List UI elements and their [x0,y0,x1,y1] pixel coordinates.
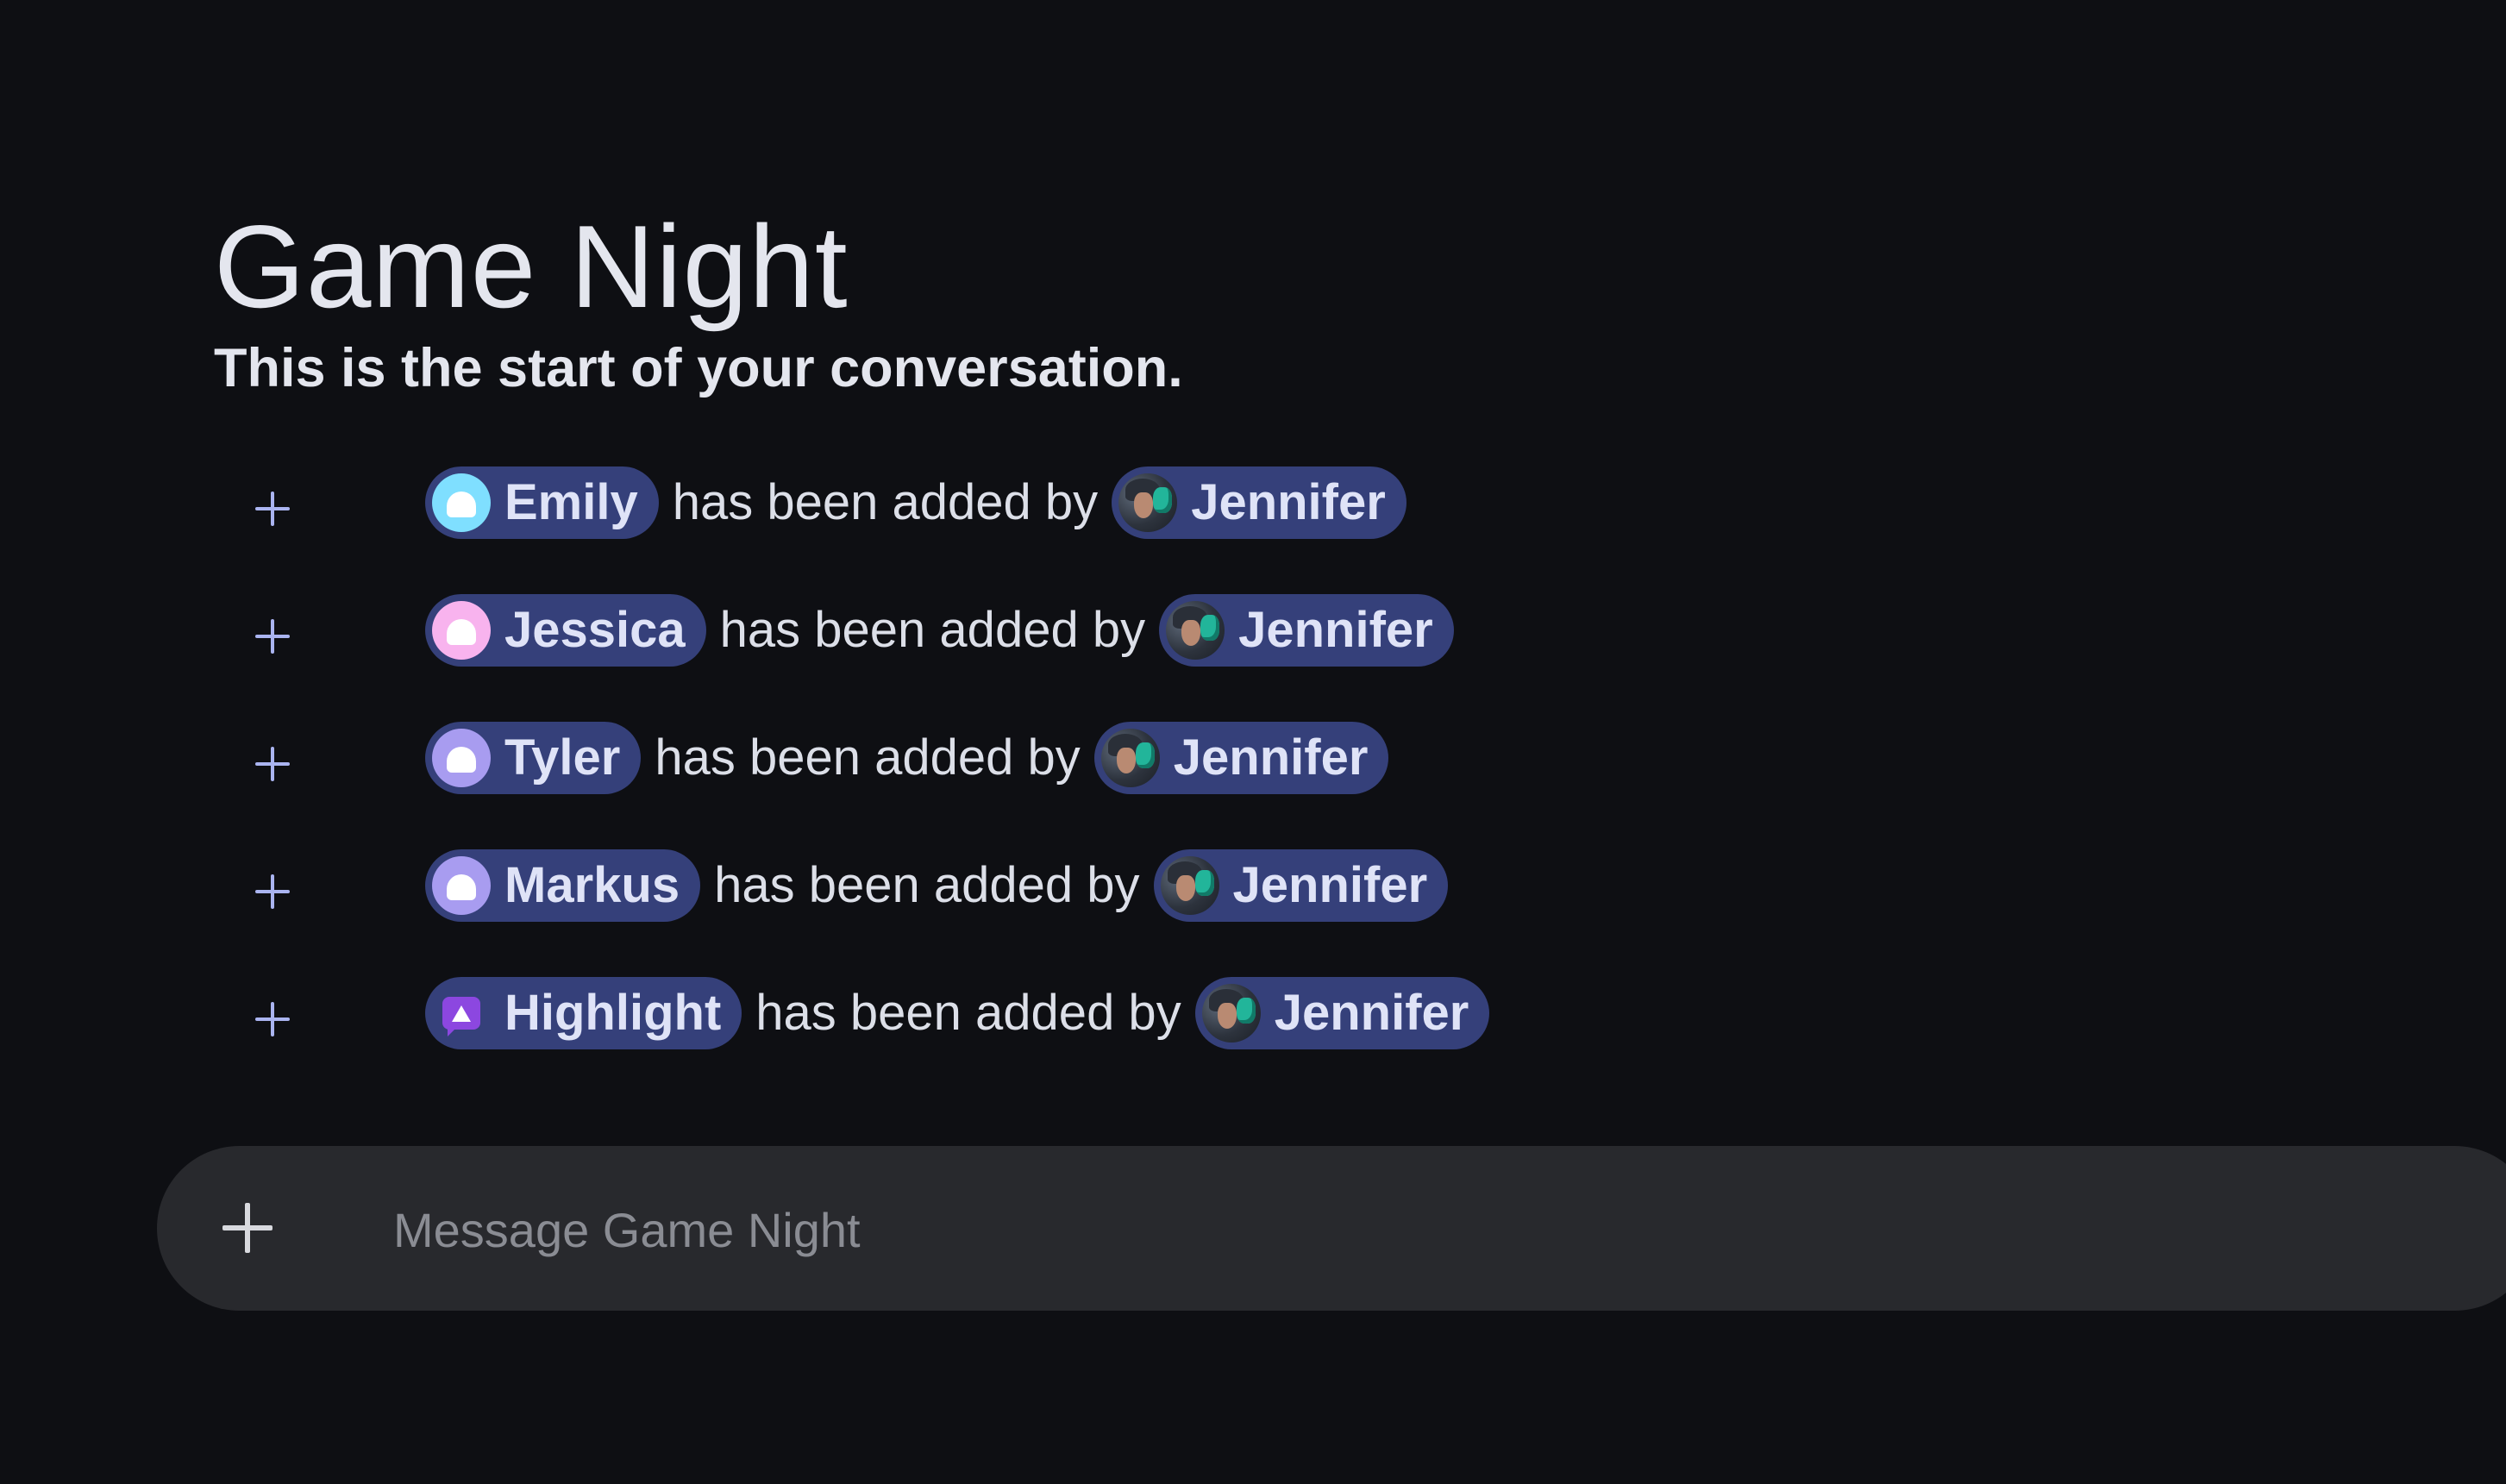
member-added-event: Emily has been added by Jennifer [0,466,2506,593]
user-mention-chip[interactable]: Highlight [425,977,742,1049]
message-input[interactable] [392,1186,2120,1274]
conversation-title: Game Night [214,201,849,332]
event-action-text: has been added by [714,857,1140,913]
avatar [432,729,491,787]
user-mention-chip[interactable]: Markus [425,849,701,922]
message-composer [157,1146,2506,1311]
user-mention-chip[interactable]: Jennifer [1159,594,1454,667]
member-added-event: Jessica has been added by Jennifer [0,593,2506,721]
user-mention-name: Highlight [504,985,722,1041]
user-mention-chip[interactable]: Jennifer [1093,722,1389,794]
conversation-start-notice: This is the start of your conversation. [214,338,1183,398]
user-mention-name: Jennifer [1191,474,1386,530]
user-mention-name: Jessica [504,602,686,658]
member-added-icon [255,616,298,659]
member-added-icon [255,999,298,1042]
user-mention-name: Jennifer [1238,602,1433,658]
avatar [1160,856,1219,915]
user-mention-name: Emily [504,474,638,530]
member-added-icon [255,871,298,914]
event-text: Markus has been added by Jennifer [425,848,1449,923]
conversation-header: Game Night This is the start of your con… [214,200,1183,403]
user-mention-chip[interactable]: Jennifer [1153,849,1449,922]
user-mention-name: Tyler [504,729,621,786]
avatar [432,473,491,532]
user-mention-chip[interactable]: Emily [425,466,659,539]
user-mention-name: Jennifer [1173,729,1369,786]
event-text: Emily has been added by Jennifer [425,466,1406,540]
event-text: Tyler has been added by Jennifer [425,721,1389,795]
event-action-text: has been added by [719,602,1146,658]
user-mention-name: Markus [504,857,680,913]
user-mention-name: Jennifer [1232,857,1428,913]
event-action-text: has been added by [755,985,1181,1041]
avatar [432,856,491,915]
member-added-event: Tyler has been added by Jennifer [0,721,2506,848]
avatar [1100,729,1160,787]
event-action-text: has been added by [655,729,1081,786]
event-text: Jessica has been added by Jennifer [425,593,1454,667]
avatar [1118,473,1178,532]
user-mention-chip[interactable]: Jennifer [1194,977,1490,1049]
avatar [1201,984,1261,1043]
member-added-icon [255,488,298,531]
user-mention-chip[interactable]: Jessica [425,594,706,667]
user-mention-name: Jennifer [1274,985,1469,1041]
avatar [432,601,491,660]
event-action-text: has been added by [672,474,1099,530]
event-text: Highlight has been added by Jennifer [425,976,1490,1050]
user-mention-chip[interactable]: Jennifer [1112,466,1406,539]
chat-view: Game Night This is the start of your con… [0,0,2506,1484]
user-mention-chip[interactable]: Tyler [425,722,642,794]
event-list: Emily has been added by Jennifer Jessica… [0,466,2506,1104]
avatar [1166,601,1225,660]
member-added-event: Markus has been added by Jennifer [0,848,2506,976]
member-added-event: Highlight has been added by Jennifer [0,976,2506,1104]
attach-plus-icon[interactable] [222,1203,274,1255]
warning-badge-icon [432,984,491,1043]
member-added-icon [255,743,298,786]
